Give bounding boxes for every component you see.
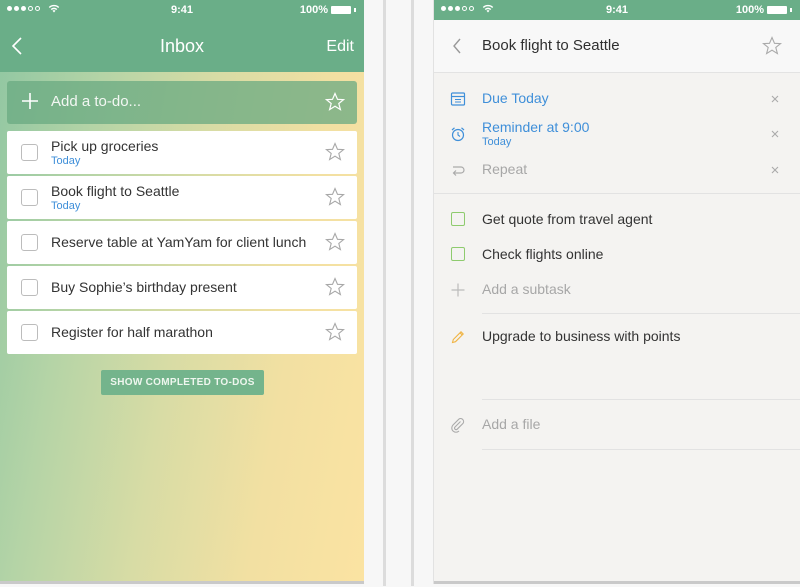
due-date-row[interactable]: Due Today xyxy=(434,88,800,110)
bezel-divider xyxy=(383,0,386,586)
page-title: Inbox xyxy=(159,36,205,56)
task-detail-screen: 9:41 100% Book flight to Seattle Due Tod… xyxy=(433,0,800,584)
section-divider xyxy=(482,313,800,314)
note-text: Upgrade to business with points xyxy=(482,328,681,344)
todo-list: Pick up groceries Today Book flight to S… xyxy=(7,131,357,356)
subtask-item[interactable]: Get quote from travel agent xyxy=(434,209,800,231)
todo-item[interactable]: Pick up groceries Today xyxy=(7,131,357,174)
todo-item[interactable]: Register for half marathon xyxy=(7,311,357,354)
plus-icon xyxy=(451,283,465,297)
add-todo-input[interactable]: Add a to-do... xyxy=(7,81,357,124)
section-divider xyxy=(482,449,800,450)
status-bar: 9:41 100% xyxy=(434,0,800,20)
battery-percent: 100% xyxy=(735,4,764,16)
star-outline-icon[interactable] xyxy=(325,232,345,252)
todo-checkbox[interactable] xyxy=(21,234,38,251)
star-outline-icon[interactable] xyxy=(325,277,345,297)
section-divider xyxy=(434,193,800,194)
star-outline-icon[interactable] xyxy=(325,187,345,207)
todo-title: Buy Sophie’s birthday present xyxy=(51,279,237,295)
star-outline-icon[interactable] xyxy=(762,36,782,56)
edit-button[interactable]: Edit xyxy=(326,38,354,56)
star-outline-icon[interactable] xyxy=(325,92,345,112)
todo-checkbox[interactable] xyxy=(21,189,38,206)
pencil-icon xyxy=(451,331,464,344)
plus-icon xyxy=(22,93,38,109)
battery-icon xyxy=(331,6,351,14)
detail-header: Book flight to Seattle xyxy=(434,20,800,73)
section-divider xyxy=(482,399,800,400)
add-subtask-input[interactable]: Add a subtask xyxy=(434,279,800,301)
battery-indicator: 100% xyxy=(300,4,356,16)
reminder-row[interactable]: Reminder at 9:00 Today xyxy=(434,117,800,151)
todo-title: Book flight to Seattle xyxy=(51,183,180,199)
reminder-label: Reminder at 9:00 xyxy=(482,119,590,135)
status-bar: 9:41 100% xyxy=(0,0,364,20)
alarm-clock-icon xyxy=(451,127,465,142)
todo-checkbox[interactable] xyxy=(21,279,38,296)
chevron-left-icon[interactable] xyxy=(451,37,463,55)
star-outline-icon[interactable] xyxy=(325,142,345,162)
todo-title: Reserve table at YamYam for client lunch xyxy=(51,234,307,250)
subtask-checkbox[interactable] xyxy=(451,247,465,261)
task-title[interactable]: Book flight to Seattle xyxy=(482,37,620,54)
screen-edge xyxy=(0,581,364,584)
todo-title: Register for half marathon xyxy=(51,324,213,340)
subtask-item[interactable]: Check flights online xyxy=(434,244,800,266)
add-file-label: Add a file xyxy=(482,416,541,432)
close-icon[interactable] xyxy=(770,129,780,139)
todo-checkbox[interactable] xyxy=(21,144,38,161)
repeat-label: Repeat xyxy=(482,161,528,177)
todo-item[interactable]: Book flight to Seattle Today xyxy=(7,176,357,219)
add-file-button[interactable]: Add a file xyxy=(434,414,800,436)
repeat-row[interactable]: Repeat xyxy=(434,159,800,181)
todo-title: Pick up groceries xyxy=(51,138,159,154)
todo-due-date: Today xyxy=(51,200,81,212)
add-todo-placeholder: Add a to-do... xyxy=(51,93,142,110)
battery-percent: 100% xyxy=(299,4,328,16)
inbox-screen: 9:41 100% Inbox Edit Add a to-do... Pick… xyxy=(0,0,364,584)
close-icon[interactable] xyxy=(770,165,780,175)
subtask-checkbox[interactable] xyxy=(451,212,465,226)
todo-checkbox[interactable] xyxy=(21,324,38,341)
screen-edge xyxy=(434,581,800,584)
todo-item[interactable]: Reserve table at YamYam for client lunch xyxy=(7,221,357,264)
todo-item[interactable]: Buy Sophie’s birthday present xyxy=(7,266,357,309)
subtask-title: Check flights online xyxy=(482,246,604,262)
bezel-divider xyxy=(411,0,414,586)
note-row[interactable]: Upgrade to business with points xyxy=(434,326,800,348)
show-completed-button[interactable]: SHOW COMPLETED TO-DOS xyxy=(101,370,264,395)
reminder-date: Today xyxy=(482,136,512,148)
due-date-label: Due Today xyxy=(482,90,549,106)
add-subtask-placeholder: Add a subtask xyxy=(482,281,571,297)
calendar-icon xyxy=(450,92,466,106)
close-icon[interactable] xyxy=(770,94,780,104)
star-outline-icon[interactable] xyxy=(325,322,345,342)
battery-icon xyxy=(767,6,787,14)
inbox-navbar: Inbox Edit xyxy=(0,20,364,72)
paperclip-icon xyxy=(451,418,465,433)
subtask-title: Get quote from travel agent xyxy=(482,211,653,227)
repeat-icon xyxy=(452,166,465,176)
todo-due-date: Today xyxy=(51,155,81,167)
battery-indicator: 100% xyxy=(736,4,792,16)
